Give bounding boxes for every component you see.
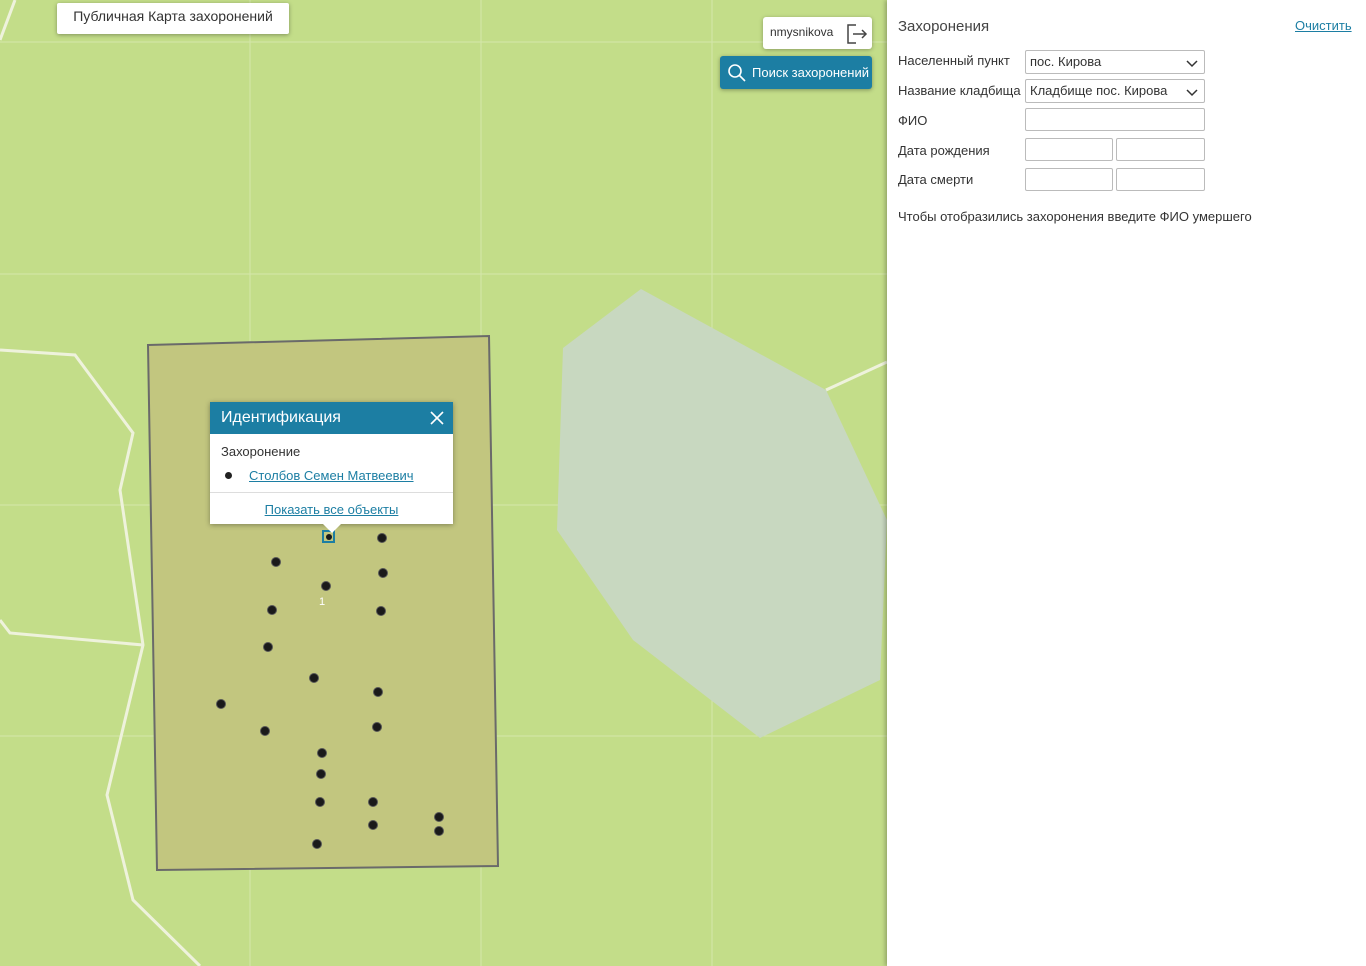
cemetery-select[interactable]: Кладбище пос. Кирова	[1025, 79, 1205, 103]
death-date-from-input[interactable]	[1025, 168, 1113, 191]
burial-marker[interactable]	[434, 812, 444, 822]
burial-marker[interactable]	[368, 820, 378, 830]
burial-marker[interactable]	[378, 568, 388, 578]
popup-title: Идентификация	[221, 409, 341, 426]
panel-title: Захоронения	[898, 18, 990, 35]
burial-marker[interactable]	[373, 687, 383, 697]
identification-popup: Идентификация Захоронение Столбов Семен …	[210, 402, 453, 533]
show-all-objects-link[interactable]: Показать все объекты	[210, 502, 453, 517]
burial-marker[interactable]	[434, 826, 444, 836]
close-icon[interactable]	[429, 410, 445, 429]
gray-zone	[557, 289, 887, 738]
popup-category: Захоронение	[221, 444, 301, 459]
cemetery-label: Название кладбища	[898, 83, 1021, 98]
burial-marker[interactable]	[377, 533, 387, 543]
death-date-to-input[interactable]	[1116, 168, 1205, 191]
burial-marker[interactable]	[271, 557, 281, 567]
burial-marker[interactable]	[317, 748, 327, 758]
burial-marker[interactable]	[372, 722, 382, 732]
birth-date-to-input[interactable]	[1116, 138, 1205, 161]
burial-marker[interactable]	[316, 769, 326, 779]
clear-link[interactable]: Очистить	[1295, 18, 1352, 33]
burial-marker[interactable]	[309, 673, 319, 683]
birth-date-label: Дата рождения	[898, 143, 990, 158]
settlement-label: Населенный пункт	[898, 53, 1010, 68]
burial-marker[interactable]	[368, 797, 378, 807]
search-panel: Захоронения Очистить Населенный пункт по…	[887, 0, 1366, 966]
burial-marker[interactable]	[315, 797, 325, 807]
name-input[interactable]	[1025, 108, 1205, 131]
map-title: Публичная Карта захоронений	[57, 3, 289, 34]
birth-date-from-input[interactable]	[1025, 138, 1113, 161]
chevron-down-icon	[1186, 57, 1198, 72]
search-icon	[727, 63, 747, 86]
death-date-label: Дата смерти	[898, 172, 974, 187]
burial-marker[interactable]	[376, 606, 386, 616]
logout-icon[interactable]	[846, 23, 868, 48]
popup-header: Идентификация	[210, 402, 453, 434]
burial-marker[interactable]	[260, 726, 270, 736]
search-burials-button[interactable]: Поиск захоронений	[720, 56, 872, 89]
cluster-count-label: 1	[319, 596, 326, 608]
burial-link[interactable]: Столбов Семен Матвеевич	[249, 468, 414, 483]
map-area[interactable]: 1 Публичная Карта захоронений nmysnikova…	[0, 0, 887, 966]
burial-marker[interactable]	[321, 581, 331, 591]
burial-marker[interactable]	[267, 605, 277, 615]
chevron-down-icon	[1186, 86, 1198, 101]
burial-marker[interactable]	[216, 699, 226, 709]
burial-marker[interactable]	[263, 642, 273, 652]
burial-marker[interactable]	[312, 839, 322, 849]
search-hint: Чтобы отобразились захоронения введите Ф…	[898, 209, 1252, 224]
popup-divider	[210, 492, 453, 493]
username: nmysnikova	[770, 25, 834, 39]
user-box: nmysnikova	[763, 17, 872, 49]
settlement-value: пос. Кирова	[1030, 54, 1102, 69]
name-label: ФИО	[898, 113, 928, 128]
popup-pointer	[323, 524, 341, 533]
search-button-label: Поиск захоронений	[752, 65, 869, 80]
cemetery-value: Кладбище пос. Кирова	[1030, 83, 1168, 98]
bullet-icon	[225, 472, 232, 479]
settlement-select[interactable]: пос. Кирова	[1025, 50, 1205, 74]
